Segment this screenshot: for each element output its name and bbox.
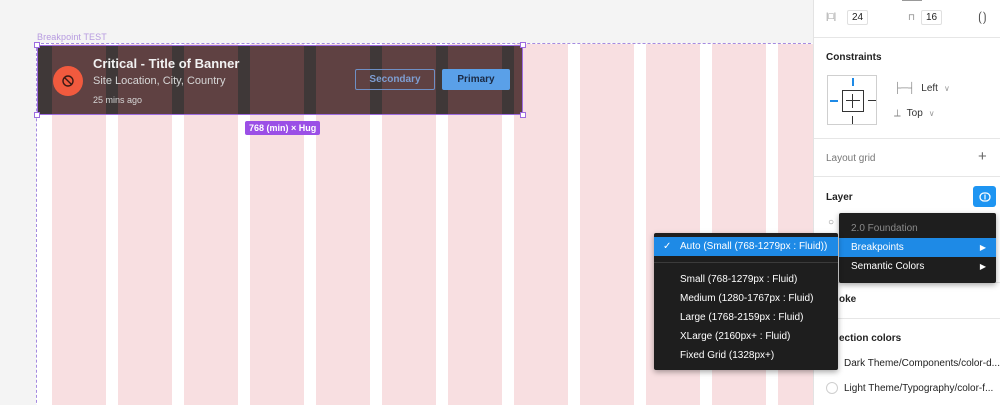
layout-grid-column	[514, 46, 522, 114]
add-layout-grid-button[interactable]: +	[978, 149, 987, 164]
submenu-item-label: Auto (Small (768-1279px : Fluid))	[680, 241, 828, 252]
layout-grid-title: Layout grid	[826, 153, 876, 164]
resizing-icon[interactable]: ⟮⟯	[978, 9, 987, 25]
library-menu: 2.0 Foundation Breakpoints ▶ Semantic Co…	[839, 213, 996, 283]
size-badge: 768 (min) × Hug	[245, 121, 321, 135]
vertical-constraint-dropdown[interactable]: ⟂ Top ∨	[894, 108, 935, 119]
chevron-down-icon: ∨	[928, 109, 935, 118]
primary-button[interactable]: Primary	[442, 69, 510, 90]
chevron-down-icon: ∨	[943, 84, 950, 93]
constraint-left-line[interactable]	[830, 100, 838, 102]
horizontal-constraint-icon: ├─┤	[894, 83, 916, 94]
selection-color-name: Dark Theme/Components/color-d...	[844, 357, 1000, 369]
frame-label[interactable]: Breakpoint TEST	[37, 32, 107, 42]
layer-title: Layer	[826, 192, 853, 203]
divider	[814, 318, 1000, 319]
horizontal-constraint-dropdown[interactable]: ├─┤ Left ∨	[894, 83, 950, 94]
submenu-item-xlarge[interactable]: XLarge (2160px+ : Fluid)	[654, 327, 838, 346]
vertical-constraint-icon: ⟂	[894, 108, 901, 119]
menu-item-semantic-colors[interactable]: Semantic Colors ▶	[839, 257, 996, 276]
vertical-constraint-value: Top	[906, 108, 923, 119]
gap-icon: ⊓	[908, 12, 916, 22]
constraints-title: Constraints	[826, 52, 882, 63]
constraint-center-cross	[852, 94, 853, 108]
block-icon	[53, 66, 83, 96]
submenu-arrow-icon: ▶	[979, 243, 986, 252]
padding-input[interactable]: 24	[847, 10, 869, 25]
constraint-right-line[interactable]	[868, 100, 876, 101]
submenu-arrow-icon: ▶	[979, 262, 986, 271]
padding-icon: |□|	[826, 11, 837, 21]
secondary-button[interactable]: Secondary	[355, 69, 435, 90]
constraint-center-box	[842, 90, 864, 112]
resize-handle[interactable]	[34, 42, 40, 48]
selection-color-name: Light Theme/Typography/color-f...	[844, 382, 994, 394]
submenu-item-fixed-grid[interactable]: Fixed Grid (1328px+)	[654, 346, 838, 365]
constraint-bottom-line[interactable]	[852, 116, 853, 124]
constraint-center-cross	[846, 100, 860, 101]
gap-icon	[902, 0, 922, 1]
banner-timestamp: 25 mins ago	[93, 95, 143, 105]
properties-panel: |□| 24 ⊓ 16 ⟮⟯ Constraints ├─┤ Left ∨ ⟂ …	[813, 0, 1000, 405]
breakpoints-submenu: ✓ Auto (Small (768-1279px : Fluid)) Smal…	[654, 233, 838, 370]
divider	[814, 176, 1000, 177]
submenu-item-small[interactable]: Small (768-1279px : Fluid)	[654, 270, 838, 289]
menu-header: 2.0 Foundation	[851, 223, 918, 234]
layout-grid-column	[580, 44, 634, 405]
variable-mode-button[interactable]	[973, 186, 996, 207]
gap-input[interactable]: 16	[921, 10, 943, 25]
checkmark-icon: ✓	[663, 241, 672, 252]
critical-banner[interactable]: Critical - Title of Banner Site Location…	[37, 45, 523, 115]
selection-color-item[interactable]: Light Theme/Typography/color-f...	[826, 382, 993, 394]
color-swatch[interactable]	[826, 382, 838, 394]
selection-colors-title: ection colors	[839, 333, 902, 344]
constraint-widget[interactable]	[827, 75, 877, 125]
divider	[814, 138, 1000, 139]
opacity-icon: ○	[828, 217, 835, 228]
horizontal-constraint-value: Left	[921, 83, 938, 94]
submenu-item-medium[interactable]: Medium (1280-1767px : Fluid)	[654, 289, 838, 308]
submenu-item-large[interactable]: Large (1768-2159px : Fluid)	[654, 308, 838, 327]
banner-title: Critical - Title of Banner	[93, 56, 240, 71]
selection-color-item[interactable]: Dark Theme/Components/color-d...	[826, 357, 1000, 369]
submenu-item-auto[interactable]: ✓ Auto (Small (768-1279px : Fluid))	[654, 237, 838, 256]
divider	[814, 37, 1000, 38]
resize-handle[interactable]	[34, 112, 40, 118]
constraint-top-line[interactable]	[852, 78, 854, 86]
banner-location: Site Location, City, Country	[93, 75, 226, 87]
menu-item-label: Breakpoints	[851, 242, 904, 253]
layout-grid-column	[250, 46, 304, 114]
resize-handle[interactable]	[520, 112, 526, 118]
menu-item-breakpoints[interactable]: Breakpoints ▶	[839, 238, 996, 257]
resize-handle[interactable]	[520, 42, 526, 48]
stroke-title: oke	[839, 294, 857, 305]
menu-separator	[654, 262, 838, 263]
menu-item-label: Semantic Colors	[851, 261, 925, 272]
